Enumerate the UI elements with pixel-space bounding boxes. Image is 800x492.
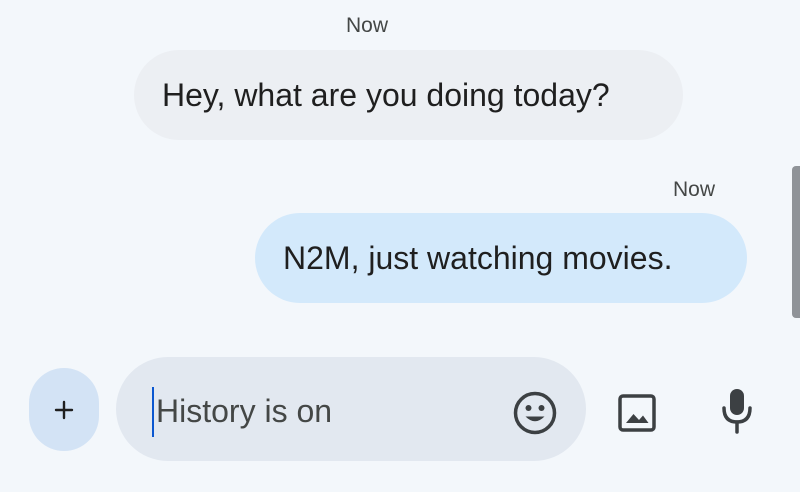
emoji-icon [513,391,557,435]
message-timestamp: Now [346,14,389,37]
compose-bar [0,340,800,492]
message-timestamp: Now [673,178,716,201]
plus-icon [54,400,74,419]
gallery-button[interactable] [610,386,664,440]
incoming-message-bubble[interactable]: Hey, what are you doing today? [134,50,683,140]
scrollbar[interactable] [792,166,800,318]
outgoing-message-bubble[interactable]: N2M, just watching movies. [255,213,747,303]
message-text: N2M, just watching movies. [283,240,673,276]
voice-button[interactable] [710,382,764,442]
microphone-icon [722,389,752,434]
image-icon [618,394,656,432]
emoji-button[interactable] [508,386,562,440]
message-input[interactable] [156,385,496,437]
text-cursor [152,387,154,437]
attach-button[interactable] [29,368,99,451]
message-thread[interactable]: Now Hey, what are you doing today? Now N… [0,0,800,340]
message-text: Hey, what are you doing today? [162,77,610,113]
